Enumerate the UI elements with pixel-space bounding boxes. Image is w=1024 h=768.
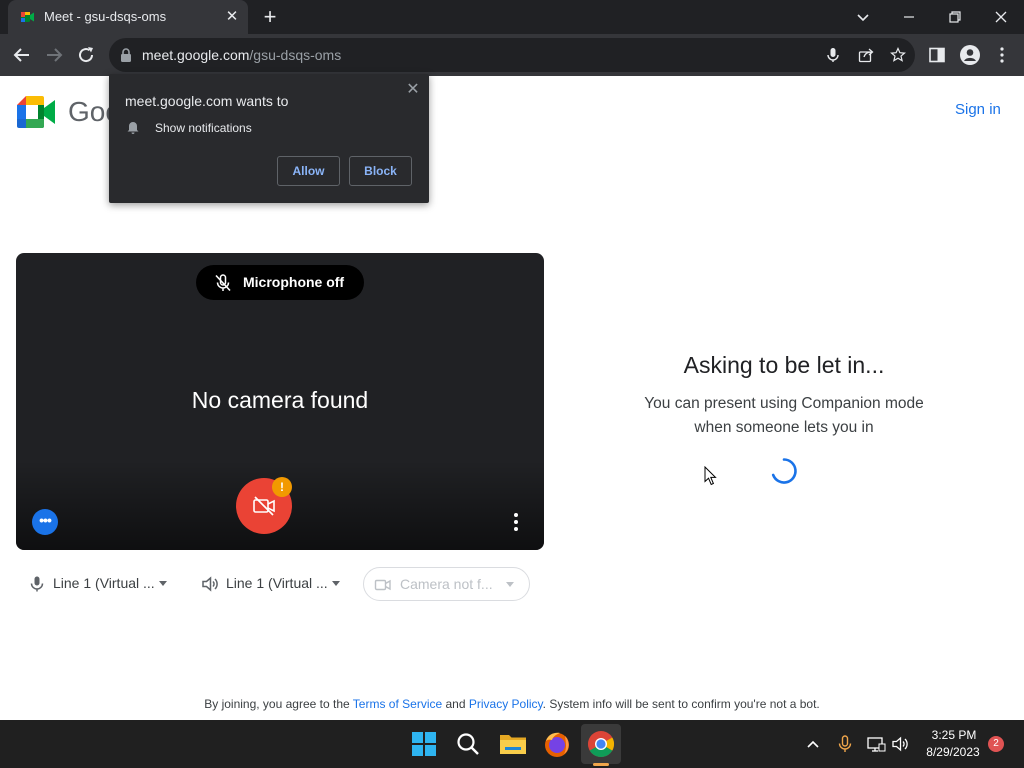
- loading-spinner-icon: [771, 458, 797, 484]
- reload-icon[interactable]: [74, 43, 98, 67]
- microphone-in-use-icon[interactable]: [835, 734, 855, 754]
- share-icon[interactable]: [858, 47, 874, 63]
- microphone-selector[interactable]: Line 1 (Virtual ...: [28, 567, 173, 601]
- terms-of-service-link[interactable]: Terms of Service: [353, 697, 442, 711]
- forward-arrow-icon[interactable]: [42, 43, 66, 67]
- camera-selector[interactable]: Camera not f...: [363, 567, 530, 601]
- file-explorer-icon[interactable]: [499, 731, 527, 757]
- more-effects-button[interactable]: •••: [32, 509, 58, 535]
- volume-icon[interactable]: [891, 734, 911, 754]
- microphone-dropdown-caret-icon: [159, 581, 167, 586]
- notification-count-badge[interactable]: 2: [988, 736, 1004, 752]
- browser-tab-strip: Meet - gsu-dsqs-oms ✕ +: [0, 0, 1024, 34]
- popup-title: meet.google.com wants to: [125, 93, 289, 109]
- footer-text-before: By joining, you agree to the: [204, 697, 350, 711]
- close-window-button[interactable]: [989, 5, 1013, 29]
- camera-off-icon: [253, 496, 275, 516]
- tab-search-chevron-icon[interactable]: [851, 5, 875, 29]
- camera-dropdown-caret-icon: [506, 582, 514, 587]
- tab-close-icon[interactable]: ✕: [222, 7, 242, 27]
- popup-permission-text: Show notifications: [155, 121, 252, 135]
- show-hidden-icons-chevron-icon[interactable]: [803, 734, 823, 754]
- footer-and-text: and: [445, 697, 466, 711]
- clock-time[interactable]: 3:25 PM: [924, 728, 984, 742]
- clock-date[interactable]: 8/29/2023: [918, 745, 988, 759]
- microphone-icon[interactable]: [825, 47, 841, 63]
- bookmark-star-icon[interactable]: [890, 47, 906, 63]
- chrome-active-indicator: [593, 763, 609, 766]
- join-status-subtitle-line1: You can present using Companion mode: [644, 395, 924, 412]
- browser-tab[interactable]: Meet - gsu-dsqs-oms ✕: [8, 0, 248, 34]
- terms-footer: By joining, you agree to the Terms of Se…: [0, 697, 1024, 711]
- mic-off-icon: [215, 274, 231, 292]
- windows-start-icon[interactable]: [411, 731, 437, 757]
- no-camera-message: No camera found: [191, 387, 369, 413]
- microphone-icon: [30, 576, 44, 592]
- speaker-icon: [202, 576, 218, 592]
- speaker-device-label: Line 1 (Virtual ...: [226, 575, 328, 591]
- url-text[interactable]: meet.google.com/gsu-dsqs-oms: [142, 47, 341, 63]
- url-path: /gsu-dsqs-oms: [249, 47, 342, 63]
- sign-in-link[interactable]: Sign in: [955, 101, 1001, 118]
- join-status-title: Asking to be let in...: [683, 352, 885, 378]
- notification-permission-popup: meet.google.com wants to ✕ Show notifica…: [109, 74, 429, 203]
- firefox-icon[interactable]: [543, 730, 571, 758]
- speaker-dropdown-caret-icon: [332, 581, 340, 586]
- microphone-device-label: Line 1 (Virtual ...: [53, 575, 155, 591]
- bell-icon: [127, 122, 139, 134]
- camera-warning-badge: !: [272, 477, 292, 497]
- join-status-subtitle-line2: when someone lets you in: [694, 419, 874, 436]
- popup-close-icon[interactable]: ✕: [403, 80, 423, 100]
- meet-favicon-icon: [21, 12, 34, 22]
- speaker-selector[interactable]: Line 1 (Virtual ...: [201, 567, 346, 601]
- camera-device-label: Camera not f...: [400, 576, 493, 592]
- browser-toolbar: meet.google.com/gsu-dsqs-oms: [0, 34, 1024, 76]
- new-tab-button[interactable]: +: [258, 5, 282, 29]
- url-host: meet.google.com: [142, 47, 250, 63]
- windows-taskbar: 3:25 PM 8/29/2023 2: [0, 720, 1024, 768]
- microphone-status-text: Microphone off: [243, 274, 345, 290]
- footer-text-after: . System info will be sent to confirm yo…: [542, 697, 820, 711]
- restore-button[interactable]: [943, 5, 967, 29]
- browser-menu-icon[interactable]: [994, 46, 1010, 64]
- network-icon[interactable]: [866, 734, 886, 754]
- privacy-policy-link[interactable]: Privacy Policy: [469, 697, 543, 711]
- back-arrow-icon[interactable]: [10, 43, 34, 67]
- chrome-icon[interactable]: [587, 730, 615, 758]
- camera-icon: [374, 579, 391, 591]
- block-button[interactable]: Block: [349, 156, 412, 186]
- video-preview-tile: Microphone off No camera found ! •••: [16, 253, 544, 550]
- side-panel-icon[interactable]: [929, 47, 945, 63]
- tab-title: Meet - gsu-dsqs-oms: [44, 9, 167, 24]
- allow-button[interactable]: Allow: [277, 156, 340, 186]
- microphone-off-indicator: Microphone off: [196, 265, 364, 300]
- address-bar[interactable]: meet.google.com/gsu-dsqs-oms: [109, 38, 915, 72]
- minimize-button[interactable]: [897, 5, 921, 29]
- more-options-icon[interactable]: [506, 508, 526, 536]
- profile-avatar-icon[interactable]: [960, 45, 980, 65]
- lock-icon[interactable]: [120, 48, 132, 62]
- google-meet-logo-icon: [17, 96, 55, 128]
- search-icon[interactable]: [455, 731, 481, 757]
- mouse-cursor-icon: [704, 466, 717, 486]
